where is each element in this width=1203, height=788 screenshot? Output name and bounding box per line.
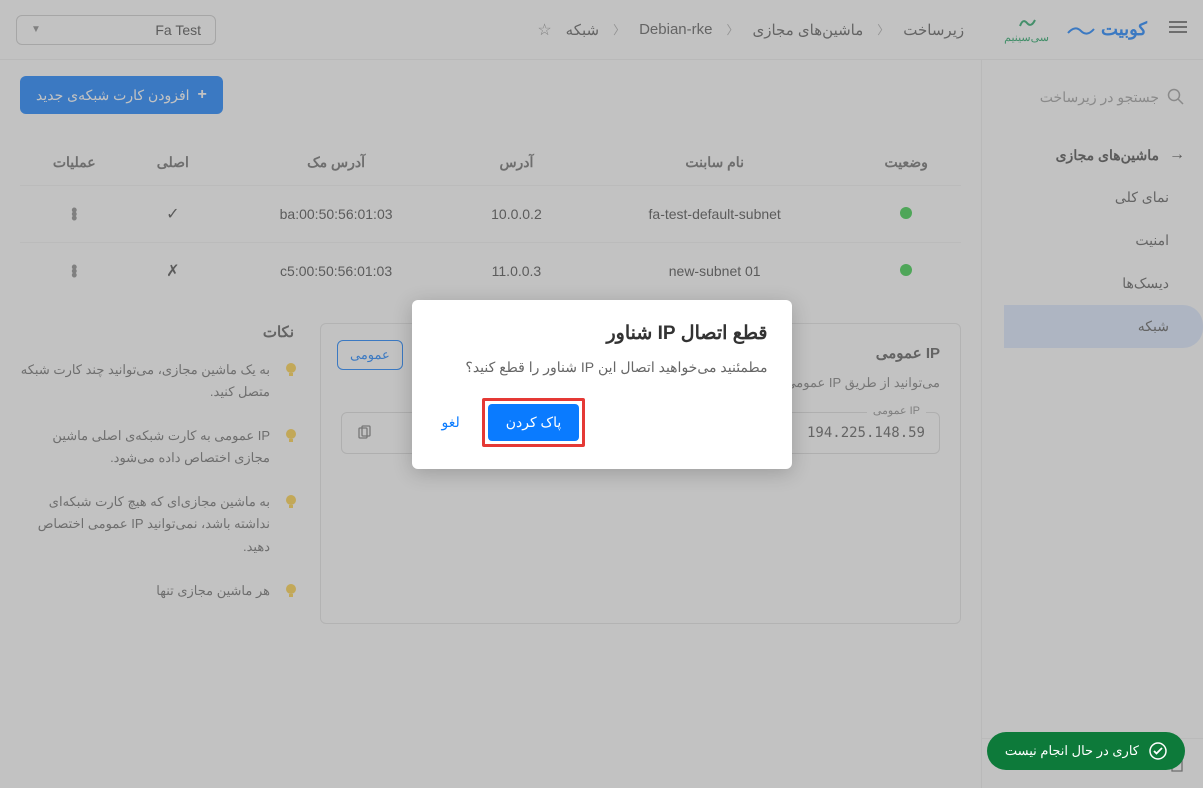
modal-confirm-button[interactable]: پاک کردن [488, 404, 580, 441]
modal-cancel-button[interactable]: لغو [436, 406, 466, 439]
modal-overlay[interactable]: قطع اتصال IP شناور مطمئنید می‌خواهید اتص… [0, 0, 1203, 788]
modal-body: مطمئنید می‌خواهید اتصال این IP شناور را … [436, 359, 768, 376]
disconnect-ip-modal: قطع اتصال IP شناور مطمئنید می‌خواهید اتص… [412, 300, 792, 469]
highlight-annotation: پاک کردن [482, 398, 586, 447]
modal-title: قطع اتصال IP شناور [436, 322, 768, 345]
modal-actions: لغو پاک کردن [436, 398, 768, 447]
job-status-pill[interactable]: کاری در حال انجام نیست [987, 732, 1185, 770]
job-status-text: کاری در حال انجام نیست [1005, 743, 1139, 759]
check-circle-icon [1149, 742, 1167, 760]
